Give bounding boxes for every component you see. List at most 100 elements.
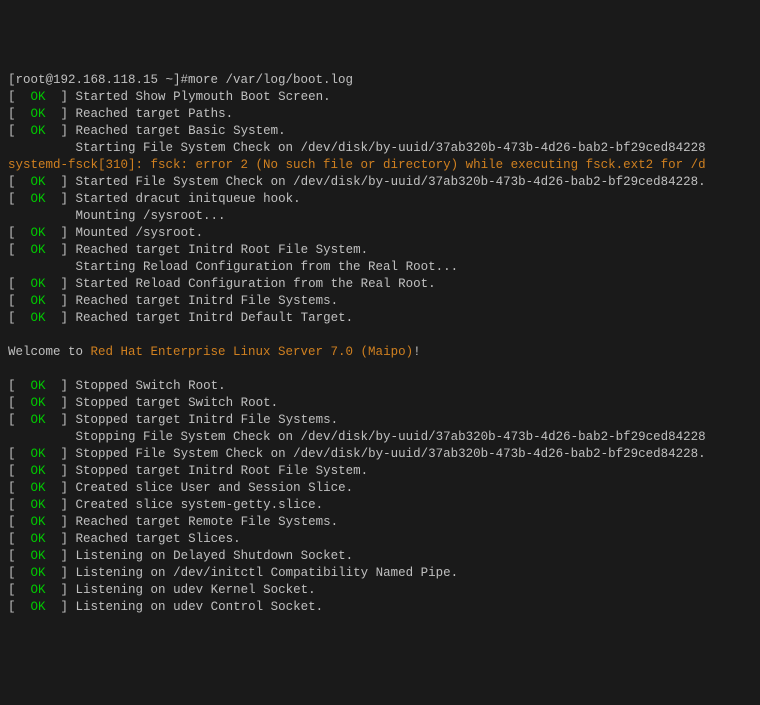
log-line: [ OK ] Reached target Initrd Root File S…: [8, 242, 752, 259]
log-message: Mounted /sysroot.: [76, 226, 204, 240]
log-message: Listening on Delayed Shutdown Socket.: [76, 549, 354, 563]
log-message: Started Show Plymouth Boot Screen.: [76, 90, 331, 104]
status-bracket-open: [: [8, 515, 31, 529]
log-line: [ OK ] Reached target Basic System.: [8, 123, 752, 140]
welcome-prefix: Welcome to: [8, 345, 91, 359]
log-message: Starting Reload Configuration from the R…: [8, 260, 458, 274]
status-ok: OK: [31, 379, 46, 393]
status-ok: OK: [31, 464, 46, 478]
status-bracket-close: ]: [46, 277, 76, 291]
blank-line: [8, 327, 752, 344]
log-message: Created slice system-getty.slice.: [76, 498, 324, 512]
log-message: Mounting /sysroot...: [8, 209, 226, 223]
log-line: [ OK ] Listening on /dev/initctl Compati…: [8, 565, 752, 582]
log-message: Listening on udev Control Socket.: [76, 600, 324, 614]
log-message: Listening on /dev/initctl Compatibility …: [76, 566, 459, 580]
status-bracket-close: ]: [46, 243, 76, 257]
status-bracket-close: ]: [46, 107, 76, 121]
log-message: Created slice User and Session Slice.: [76, 481, 354, 495]
terminal-output: [root@192.168.118.15 ~]#more /var/log/bo…: [8, 72, 752, 616]
status-bracket-open: [: [8, 566, 31, 580]
log-line: [ OK ] Listening on udev Control Socket.: [8, 599, 752, 616]
status-bracket-close: ]: [46, 192, 76, 206]
log-line: [ OK ] Started Reload Configuration from…: [8, 276, 752, 293]
status-ok: OK: [31, 498, 46, 512]
log-line: [ OK ] Created slice User and Session Sl…: [8, 480, 752, 497]
status-bracket-open: [: [8, 447, 31, 461]
log-message: Stopped target Initrd File Systems.: [76, 413, 339, 427]
log-line: [ OK ] Stopped target Initrd File System…: [8, 412, 752, 429]
log-line: [ OK ] Reached target Initrd File System…: [8, 293, 752, 310]
status-bracket-open: [: [8, 498, 31, 512]
status-bracket-open: [: [8, 107, 31, 121]
shell-prompt[interactable]: [root@192.168.118.15 ~]#more /var/log/bo…: [8, 72, 752, 89]
status-bracket-open: [: [8, 277, 31, 291]
log-line: [ OK ] Stopped File System Check on /dev…: [8, 446, 752, 463]
status-bracket-close: ]: [46, 175, 76, 189]
status-bracket-open: [: [8, 294, 31, 308]
status-bracket-open: [: [8, 464, 31, 478]
log-message: Reached target Basic System.: [76, 124, 286, 138]
log-line: Starting File System Check on /dev/disk/…: [8, 140, 752, 157]
log-message: Listening on udev Kernel Socket.: [76, 583, 316, 597]
log-line: [ OK ] Stopped Switch Root.: [8, 378, 752, 395]
log-line: [ OK ] Listening on udev Kernel Socket.: [8, 582, 752, 599]
status-ok: OK: [31, 243, 46, 257]
status-ok: OK: [31, 447, 46, 461]
log-message: Starting File System Check on /dev/disk/…: [8, 141, 706, 155]
log-line: [ OK ] Stopped target Initrd Root File S…: [8, 463, 752, 480]
status-ok: OK: [31, 515, 46, 529]
log-line: Stopping File System Check on /dev/disk/…: [8, 429, 752, 446]
log-line: [ OK ] Started File System Check on /dev…: [8, 174, 752, 191]
status-bracket-open: [: [8, 532, 31, 546]
log-line: Starting Reload Configuration from the R…: [8, 259, 752, 276]
log-line: systemd-fsck[310]: fsck: error 2 (No suc…: [8, 157, 752, 174]
log-message: Stopped target Switch Root.: [76, 396, 279, 410]
status-ok: OK: [31, 226, 46, 240]
status-ok: OK: [31, 566, 46, 580]
log-message: Reached target Initrd Root File System.: [76, 243, 369, 257]
log-message: Stopped target Initrd Root File System.: [76, 464, 369, 478]
status-ok: OK: [31, 107, 46, 121]
status-bracket-open: [: [8, 90, 31, 104]
status-bracket-close: ]: [46, 566, 76, 580]
status-ok: OK: [31, 413, 46, 427]
log-line: [ OK ] Listening on Delayed Shutdown Soc…: [8, 548, 752, 565]
status-bracket-open: [: [8, 413, 31, 427]
status-bracket-close: ]: [46, 311, 76, 325]
status-bracket-open: [: [8, 379, 31, 393]
error-message: systemd-fsck[310]: fsck: error 2 (No suc…: [8, 158, 706, 172]
status-bracket-close: ]: [46, 396, 76, 410]
log-line: [ OK ] Started dracut initqueue hook.: [8, 191, 752, 208]
status-bracket-close: ]: [46, 464, 76, 478]
status-bracket-open: [: [8, 549, 31, 563]
welcome-suffix: !: [413, 345, 421, 359]
status-bracket-close: ]: [46, 413, 76, 427]
status-ok: OK: [31, 294, 46, 308]
log-line: [ OK ] Reached target Slices.: [8, 531, 752, 548]
status-bracket-close: ]: [46, 226, 76, 240]
status-bracket-open: [: [8, 600, 31, 614]
status-ok: OK: [31, 481, 46, 495]
log-message: Started dracut initqueue hook.: [76, 192, 301, 206]
status-ok: OK: [31, 277, 46, 291]
log-line: Mounting /sysroot...: [8, 208, 752, 225]
status-bracket-open: [: [8, 226, 31, 240]
status-bracket-close: ]: [46, 583, 76, 597]
status-ok: OK: [31, 549, 46, 563]
status-bracket-open: [: [8, 192, 31, 206]
log-line: [ OK ] Reached target Initrd Default Tar…: [8, 310, 752, 327]
status-ok: OK: [31, 124, 46, 138]
status-bracket-close: ]: [46, 532, 76, 546]
log-message: Stopped Switch Root.: [76, 379, 226, 393]
status-bracket-close: ]: [46, 379, 76, 393]
status-ok: OK: [31, 396, 46, 410]
log-message: Reached target Initrd Default Target.: [76, 311, 354, 325]
status-ok: OK: [31, 175, 46, 189]
status-bracket-close: ]: [46, 549, 76, 563]
status-bracket-open: [: [8, 396, 31, 410]
status-bracket-open: [: [8, 243, 31, 257]
status-bracket-close: ]: [46, 481, 76, 495]
log-message: Reached target Slices.: [76, 532, 241, 546]
log-line: [ OK ] Stopped target Switch Root.: [8, 395, 752, 412]
